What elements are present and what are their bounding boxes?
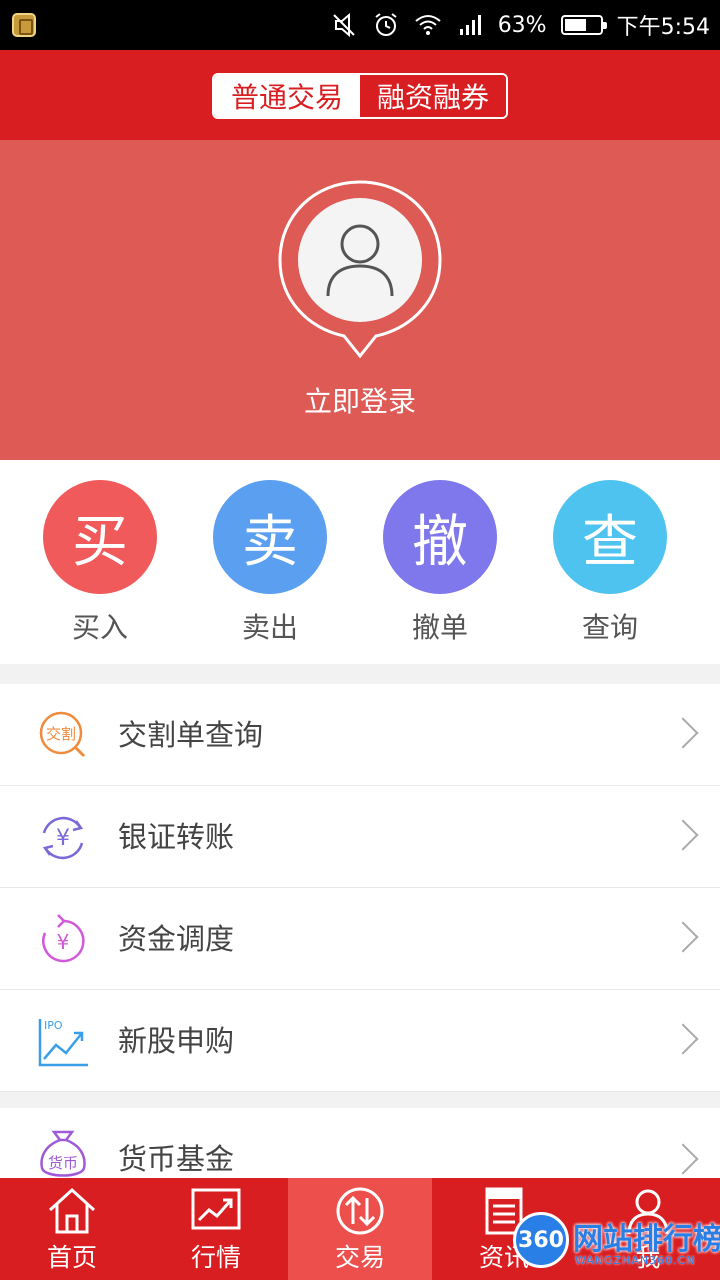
tab-label: 首页 xyxy=(46,1243,97,1272)
list-item-label: 货币基金 xyxy=(118,1142,235,1176)
battery-fill xyxy=(564,19,586,31)
buy-label: 买入 xyxy=(71,611,128,644)
list-item-label: 资金调度 xyxy=(118,922,235,956)
avatar[interactable] xyxy=(270,178,450,362)
money-fund-icon: 货币 xyxy=(40,1130,86,1177)
buy-button[interactable]: 买 买入 xyxy=(43,480,157,646)
trade-icon xyxy=(336,1187,384,1235)
watermark-name: 网站排行榜 xyxy=(573,1222,720,1257)
cancel-order-button[interactable]: 撤 撤单 xyxy=(383,480,497,646)
sell-icon: 卖 xyxy=(213,480,327,594)
mute-icon xyxy=(332,12,355,38)
cancel-order-icon: 撤 xyxy=(383,480,497,594)
tab-market[interactable]: 行情 xyxy=(144,1178,288,1280)
svg-text:IPO: IPO xyxy=(44,1019,63,1032)
clock: 下午5:54 xyxy=(616,15,710,40)
list-item-money-fund[interactable]: 货币 货币基金 xyxy=(0,1108,720,1178)
market-chart-icon xyxy=(191,1188,241,1230)
buy-icon: 买 xyxy=(43,480,157,594)
battery-percent: 63% xyxy=(497,12,547,38)
cancel-order-label: 撤单 xyxy=(411,611,468,644)
svg-text:交割: 交割 xyxy=(46,725,76,743)
list-item-label: 银证转账 xyxy=(118,820,235,854)
chevron-right-icon xyxy=(667,1143,699,1175)
svg-text:¥: ¥ xyxy=(57,930,70,954)
list-item-label: 交割单查询 xyxy=(118,718,264,752)
chevron-right-icon xyxy=(667,921,699,953)
watermark-logo: 360 网站排行榜 WANGZHAN360.CN xyxy=(505,1210,720,1280)
app-header: 普通交易 融资融券 xyxy=(0,50,720,140)
svg-text:货币: 货币 xyxy=(48,1154,78,1172)
sell-label: 卖出 xyxy=(241,611,298,644)
ipo-icon: IPO xyxy=(38,1019,88,1067)
list-item-label: 新股申购 xyxy=(118,1024,235,1058)
tab-normal-trade[interactable]: 普通交易 xyxy=(214,75,360,117)
quick-actions: 买 买入 卖 卖出 撤 撤单 查 查询 xyxy=(0,460,720,664)
chevron-right-icon xyxy=(667,1023,699,1055)
chevron-right-icon xyxy=(667,717,699,749)
sell-button[interactable]: 卖 卖出 xyxy=(213,480,327,646)
chevron-right-icon xyxy=(667,819,699,851)
login-panel: 立即登录 xyxy=(0,140,720,460)
function-list-secondary: 货币 货币基金 xyxy=(0,1108,720,1178)
battery-icon xyxy=(560,15,607,35)
tab-margin-trade[interactable]: 融资融券 xyxy=(360,75,506,117)
query-label: 查询 xyxy=(581,611,638,644)
query-button[interactable]: 查 查询 xyxy=(553,480,667,646)
tab-trade[interactable]: 交易 xyxy=(288,1178,432,1280)
svg-text:¥: ¥ xyxy=(56,826,70,851)
bank-transfer-icon: ¥ xyxy=(42,816,84,860)
signal-icon xyxy=(459,15,481,35)
list-item-ipo[interactable]: IPO 新股申购 xyxy=(0,990,720,1092)
fund-dispatch-icon: ¥ xyxy=(42,914,85,963)
trade-mode-switch: 普通交易 融资融券 xyxy=(212,73,508,119)
list-item-fund-dispatch[interactable]: ¥ 资金调度 xyxy=(0,888,720,990)
function-list: 交割 交割单查询 ¥ 银证转账 ¥ 资金调度 IPO 新股申购 xyxy=(0,684,720,1092)
tab-home[interactable]: 首页 xyxy=(0,1178,144,1280)
tab-label: 交易 xyxy=(334,1243,385,1272)
list-item-delivery-query[interactable]: 交割 交割单查询 xyxy=(0,684,720,786)
status-bar: 63% 下午5:54 xyxy=(0,0,720,50)
list-item-bank-transfer[interactable]: ¥ 银证转账 xyxy=(0,786,720,888)
login-button[interactable]: 立即登录 xyxy=(0,380,720,420)
tab-label: 行情 xyxy=(190,1243,241,1272)
watermark-url: WANGZHAN360.CN xyxy=(575,1254,696,1267)
watermark-badge: 360 xyxy=(513,1212,569,1268)
wifi-icon xyxy=(415,15,441,35)
query-icon: 查 xyxy=(553,480,667,594)
home-icon xyxy=(48,1187,96,1234)
alarm-icon xyxy=(375,13,397,36)
delivery-query-icon: 交割 xyxy=(39,711,86,758)
app-notification-icon xyxy=(12,13,36,37)
